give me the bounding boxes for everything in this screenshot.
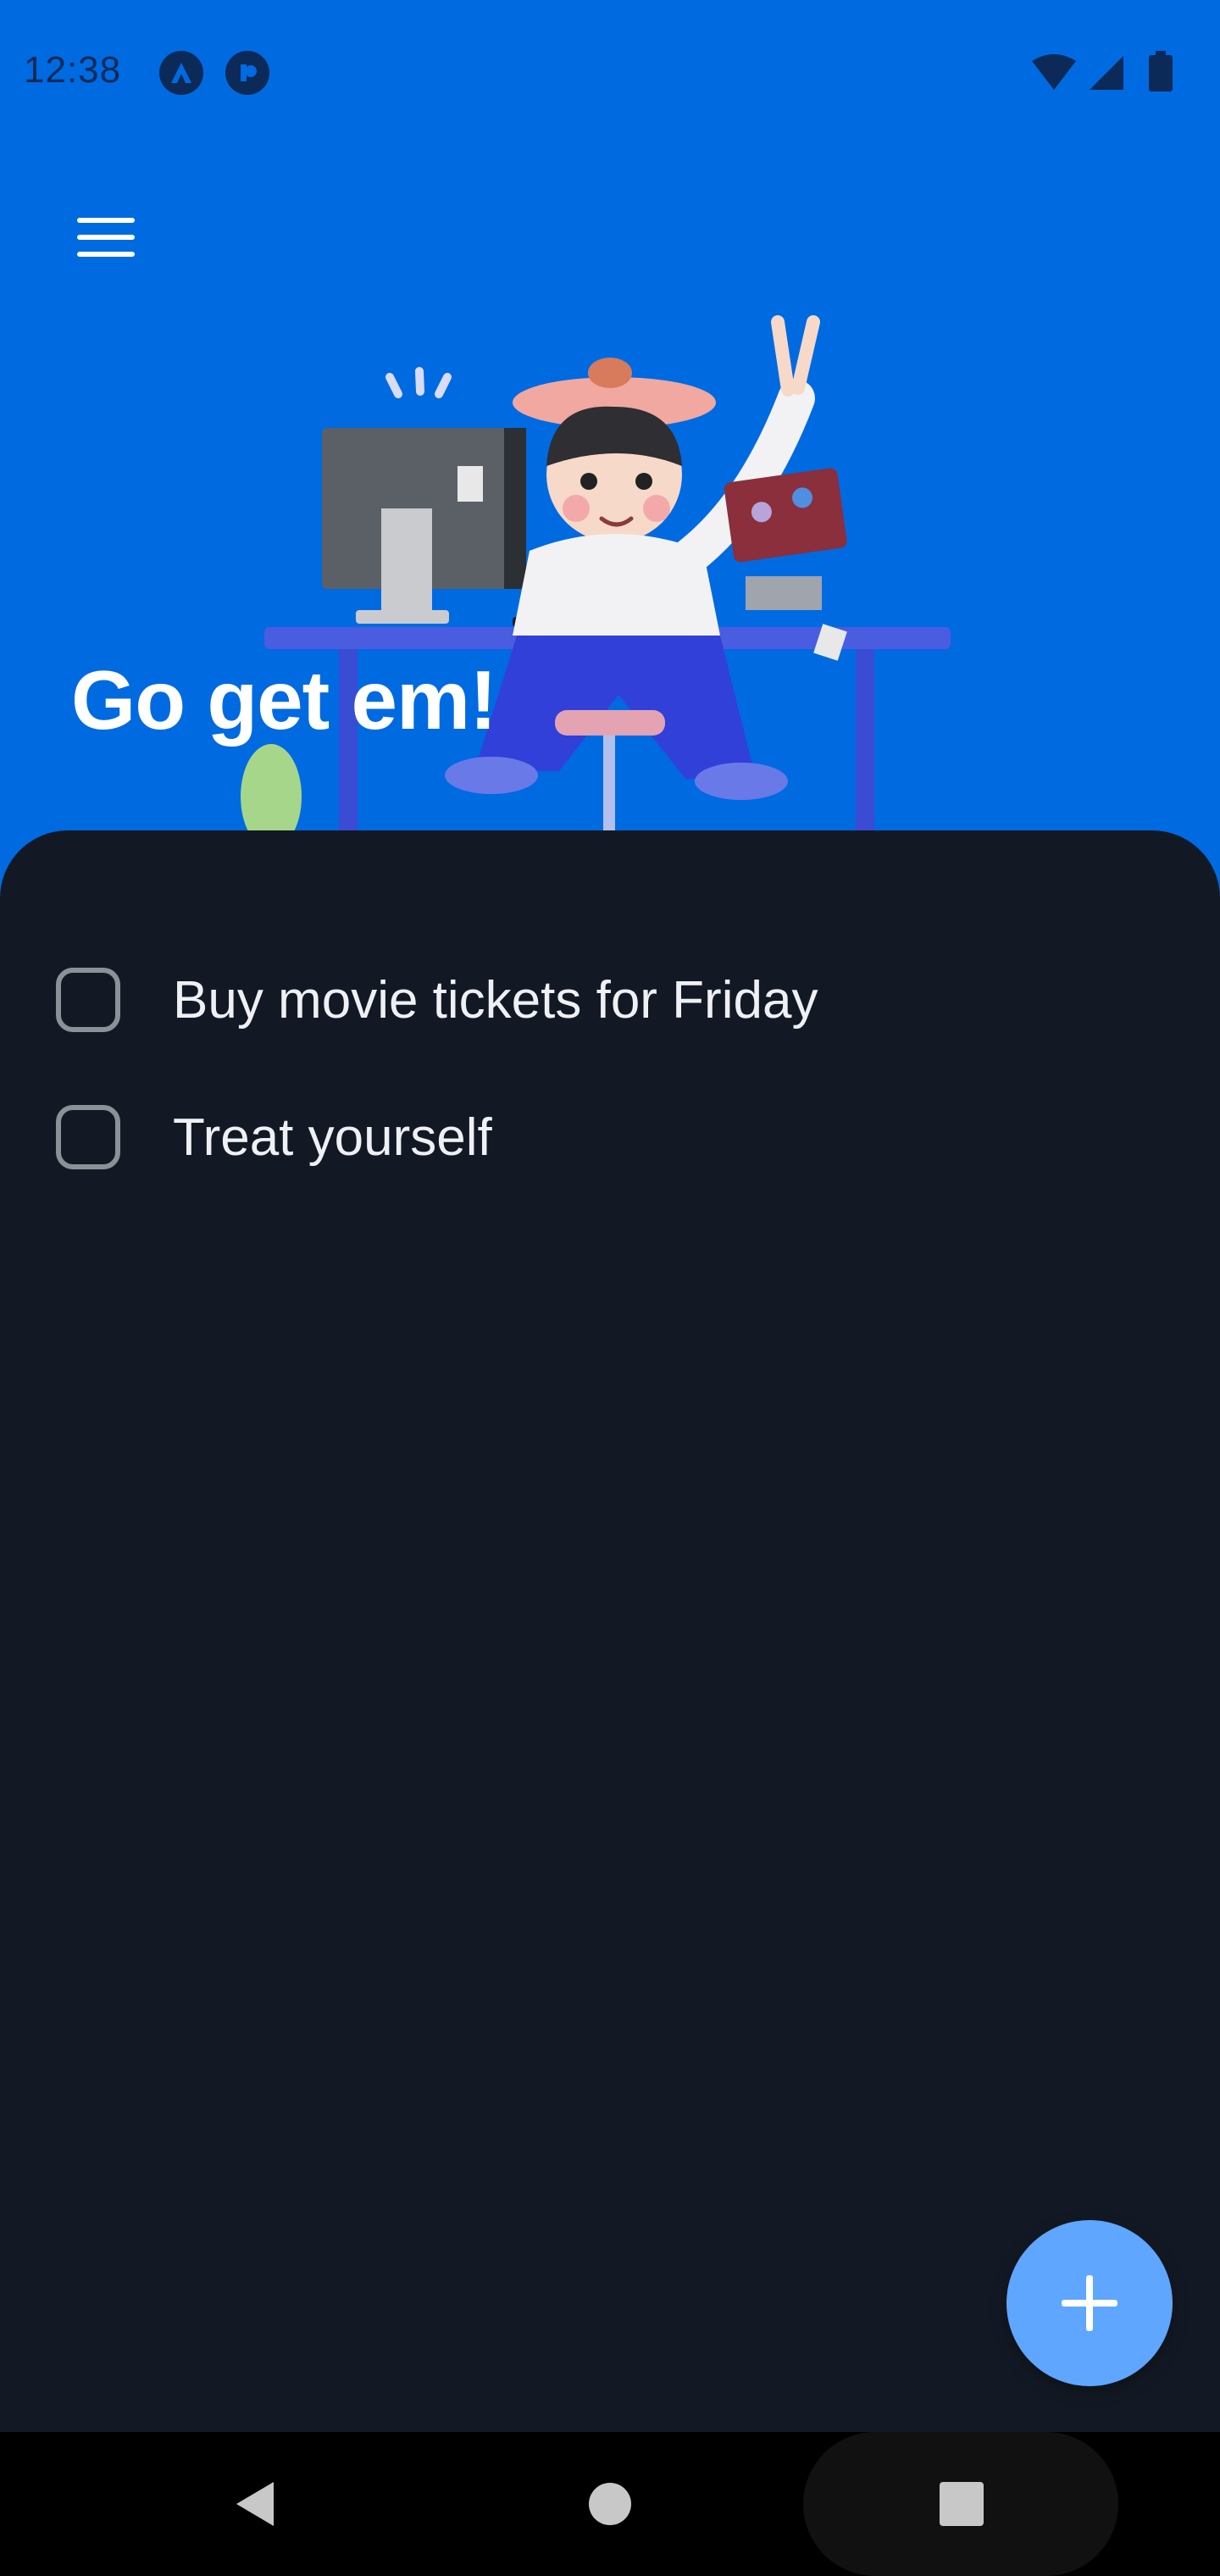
menu-button[interactable] — [68, 203, 144, 271]
recents-icon — [940, 2482, 984, 2526]
plus-icon — [1062, 2275, 1117, 2331]
cellular-signal-icon — [1090, 56, 1123, 90]
task-label: Treat yourself — [173, 1108, 492, 1167]
battery-icon — [1149, 51, 1173, 92]
back-icon — [236, 2482, 274, 2526]
notification-app-icon — [225, 51, 269, 95]
header: 12:38 Go get em! — [0, 0, 1220, 898]
home-icon — [589, 2483, 631, 2525]
navigation-bar — [0, 2432, 1220, 2576]
task-sheet: Buy movie tickets for Friday Treat yours… — [0, 830, 1220, 2432]
back-button[interactable] — [217, 2466, 293, 2542]
task-item[interactable]: Treat yourself — [0, 1086, 1220, 1188]
status-indicators — [1029, 51, 1198, 97]
wifi-icon — [1032, 54, 1076, 90]
task-label: Buy movie tickets for Friday — [173, 970, 818, 1030]
hamburger-menu-icon — [77, 218, 135, 257]
vpn-icon — [159, 51, 203, 95]
status-bar: 12:38 — [0, 0, 1220, 144]
add-task-button[interactable] — [1006, 2220, 1173, 2386]
header-illustration — [241, 315, 951, 898]
page-title: Go get em! — [71, 653, 497, 747]
recents-button[interactable] — [923, 2466, 1000, 2542]
home-button[interactable] — [572, 2466, 648, 2542]
status-clock: 12:38 — [24, 49, 122, 91]
task-checkbox[interactable] — [56, 1105, 120, 1169]
task-item[interactable]: Buy movie tickets for Friday — [0, 949, 1220, 1051]
task-checkbox[interactable] — [56, 968, 120, 1032]
